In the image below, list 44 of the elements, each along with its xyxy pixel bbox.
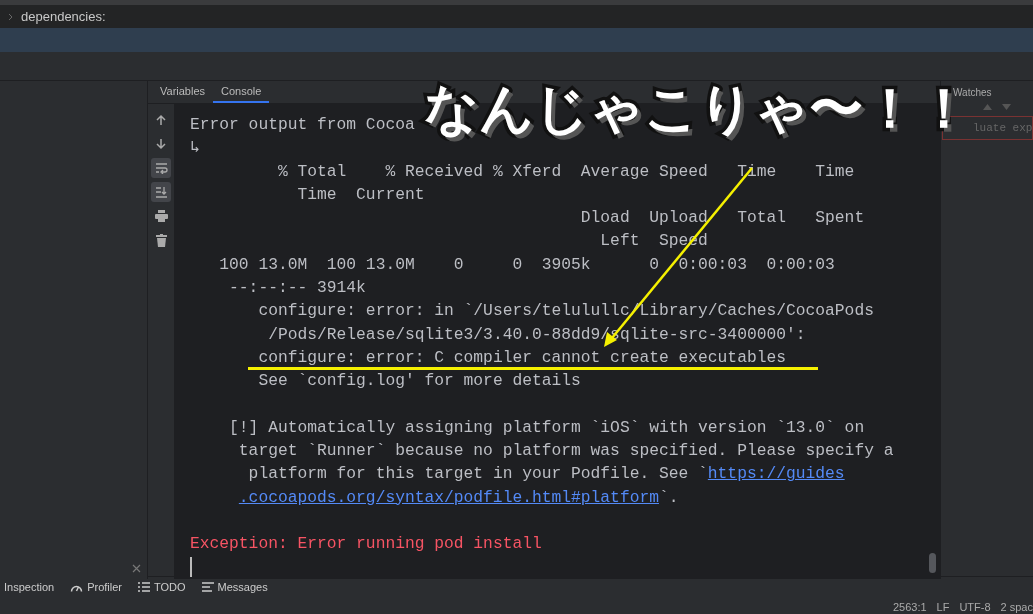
console-line: ↳ <box>190 138 200 158</box>
up-triangle-icon[interactable] <box>983 104 992 110</box>
error-message: Exception: Error running pod install <box>190 534 542 554</box>
panel-tab[interactable]: Variables <box>152 81 214 103</box>
console-line: [!] Automatically assigning platform `iOS` with version `13.0` on <box>228 417 865 437</box>
text-cursor <box>190 557 192 578</box>
scrollbar[interactable] <box>926 104 940 579</box>
chevron-icon <box>8 12 13 21</box>
status-item[interactable]: 2 spac <box>1000 600 1033 613</box>
status-item[interactable]: 2563:1 <box>892 600 927 613</box>
tool-window-button[interactable]: TODO <box>138 581 186 593</box>
down-arrow-icon <box>155 138 167 150</box>
console-line: Time Current <box>296 184 425 204</box>
toolbar-button[interactable] <box>151 158 171 178</box>
scroll-thumb[interactable] <box>929 552 936 573</box>
console-line: --:--:-- 3914k <box>228 278 366 298</box>
scroll-to-end-icon <box>154 186 168 198</box>
console-line: `. <box>658 487 679 507</box>
close-icon[interactable] <box>132 563 141 573</box>
console-line: 100 13.0M 100 13.0M 0 0 3905k 0 0:00:03 0:00:03 <box>218 254 835 274</box>
soft-wrap-icon <box>154 162 168 174</box>
tool-window-button[interactable]: Profiler <box>70 581 122 593</box>
console-line: target `Runner` because no platform was specified. Please specify a <box>237 441 894 461</box>
toolbar-button[interactable] <box>151 182 171 202</box>
down-triangle-icon[interactable] <box>1002 104 1011 110</box>
panel-title: Watches <box>953 87 993 98</box>
tool-window-button[interactable]: Inspection <box>4 581 55 593</box>
status-item[interactable]: LF <box>936 600 950 613</box>
trash-icon <box>155 233 167 247</box>
breadcrumb[interactable]: dependencies: <box>21 9 106 24</box>
print-icon <box>154 210 168 222</box>
console-line: % Total % Received % Xferd Average Speed Time Time <box>276 161 855 181</box>
status-item[interactable]: UTF-8 <box>959 600 991 613</box>
messages-icon <box>201 582 214 592</box>
url-link[interactable]: .cocoapods.org/syntax/podfile.html#platform <box>238 487 659 507</box>
console-line: platform for this target in your Podfile. See ` <box>247 464 708 484</box>
up-arrow-icon <box>155 114 167 126</box>
tool-window-button[interactable]: Messages <box>201 581 268 593</box>
console-line: Error output from Cocoa <box>190 115 415 134</box>
url-link[interactable]: https://guides <box>707 464 845 484</box>
list-icon <box>138 582 150 592</box>
console-line: See `config.log' for more details <box>257 371 581 391</box>
console-line: configure: error: C compiler cannot create executables <box>257 347 786 367</box>
console-line: Dload Upload Total Spent <box>579 208 865 228</box>
